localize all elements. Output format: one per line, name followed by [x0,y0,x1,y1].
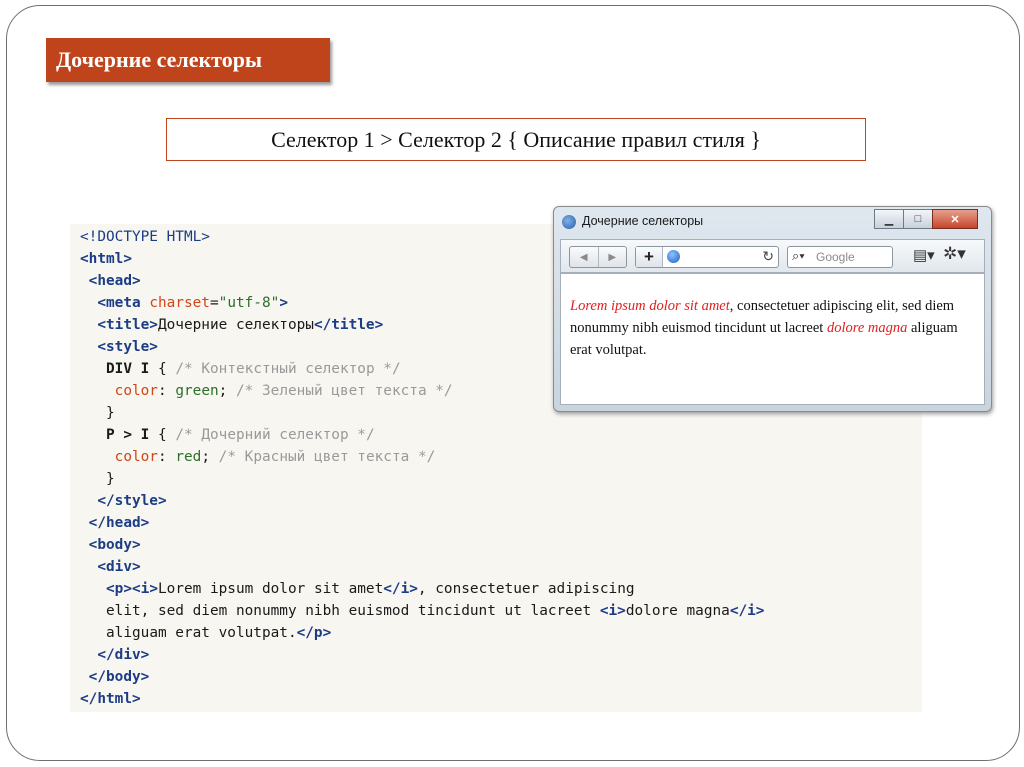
code-i-close: </i> [383,581,418,597]
address-bar[interactable]: + ↻ [635,246,779,268]
code-text-line1-rest: , consectetuer adipiscing [417,581,635,597]
code-text-line3: aliguam erat volutpat. [106,625,297,641]
code-p-open: <p> [106,581,132,597]
code-html-close: </html> [80,691,141,707]
code-title-text: Дочерние селекторы [157,317,314,333]
code-i-close2: </i> [729,603,765,619]
rendered-italic-2: dolore magna [826,320,908,336]
code-rule1-prop: color [114,383,158,399]
code-rule1-selector: DIV I [106,361,150,377]
code-style-close: </style> [97,493,167,509]
back-button[interactable]: ◀ [570,247,598,267]
code-text-line2: elit, sed diem nonummy nibh euismod tinc… [106,603,600,619]
nav-buttons: ◀ ▶ [569,246,627,268]
code-rule1-comment: /* Контекстный селектор */ [175,361,401,377]
close-button[interactable]: ✕ [932,209,978,229]
code-style-open: <style> [97,339,158,355]
reload-button[interactable]: ↻ [762,248,774,265]
code-meta-attr: charset [149,295,210,311]
slide-title: Дочерние селекторы [46,38,330,82]
code-body-close: </body> [88,669,150,685]
rendered-paragraph: Lorem ipsum dolor sit amet, consectetuer… [561,274,984,361]
rendered-italic-1: Lorem ipsum dolor sit amet [570,298,730,314]
code-rule2-colon: : [157,449,167,465]
code-head-open: <head> [88,273,141,289]
code-rule1-brace: { [158,361,167,377]
code-i-text1: Lorem ipsum dolor sit amet [158,581,384,597]
search-input[interactable]: ⌕▾ Google [787,246,893,268]
code-title-open: <title> [97,317,158,333]
globe-icon [667,250,680,263]
code-rule2-semi: ; [201,449,210,465]
code-div-close: </div> [97,647,150,663]
code-p-close: </p> [296,625,332,641]
code-title-close: </title> [313,317,384,333]
code-html-open: <html> [80,251,132,267]
code-meta-end: > [279,295,288,311]
code-rule2-selector: P > I [106,427,150,443]
code-rule2-brace: { [158,427,167,443]
code-meta-value: "utf-8" [218,295,280,311]
window-controls: ▁ □ ✕ [874,209,978,229]
browser-window: Дочерние селекторы ▁ □ ✕ ◀ ▶ + ↻ ⌕▾ Goog… [553,206,992,412]
browser-content: Lorem ipsum dolor sit amet, consectetuer… [560,273,985,405]
code-rule2-close: } [106,471,115,487]
code-rule1-close: } [106,405,115,421]
page-menu-icon[interactable]: ▤▾ [913,246,935,264]
gear-icon[interactable]: ✲▾ [943,244,966,264]
code-rule1-colon: : [157,383,167,399]
search-placeholder: Google [816,250,855,264]
code-rule2-value: red [175,449,202,465]
forward-button[interactable]: ▶ [597,247,627,267]
browser-toolbar: ◀ ▶ + ↻ ⌕▾ Google ▤▾ ✲▾ [560,239,985,273]
syntax-box: Селектор 1 > Селектор 2 { Описание прави… [166,118,866,161]
code-meta-start: <meta [97,295,141,311]
code-head-close: </head> [88,515,150,531]
code-rule2-prop-comment: /* Красный цвет текста */ [218,449,436,465]
code-i-open2: <i> [599,603,626,619]
search-icon[interactable]: ⌕▾ [792,248,805,264]
code-body-open: <body> [88,537,141,553]
code-rule1-value: green [175,383,219,399]
code-doctype: <!DOCTYPE HTML> [80,229,210,245]
code-rule2-comment: /* Дочерний селектор */ [175,427,375,443]
code-rule2-prop: color [114,449,158,465]
code-div-open: <div> [97,559,141,575]
code-i-open: <i> [132,581,158,597]
code-rule1-prop-comment: /* Зеленый цвет текста */ [236,383,453,399]
browser-window-title: Дочерние селекторы [582,214,704,228]
code-i-text2: dolore magna [625,603,730,619]
code-rule1-semi: ; [218,383,228,399]
maximize-button[interactable]: □ [903,209,933,229]
minimize-button[interactable]: ▁ [874,209,904,229]
browser-logo-icon [562,215,576,229]
code-meta-eq: = [209,295,219,311]
add-bookmark-button[interactable]: + [636,247,663,267]
